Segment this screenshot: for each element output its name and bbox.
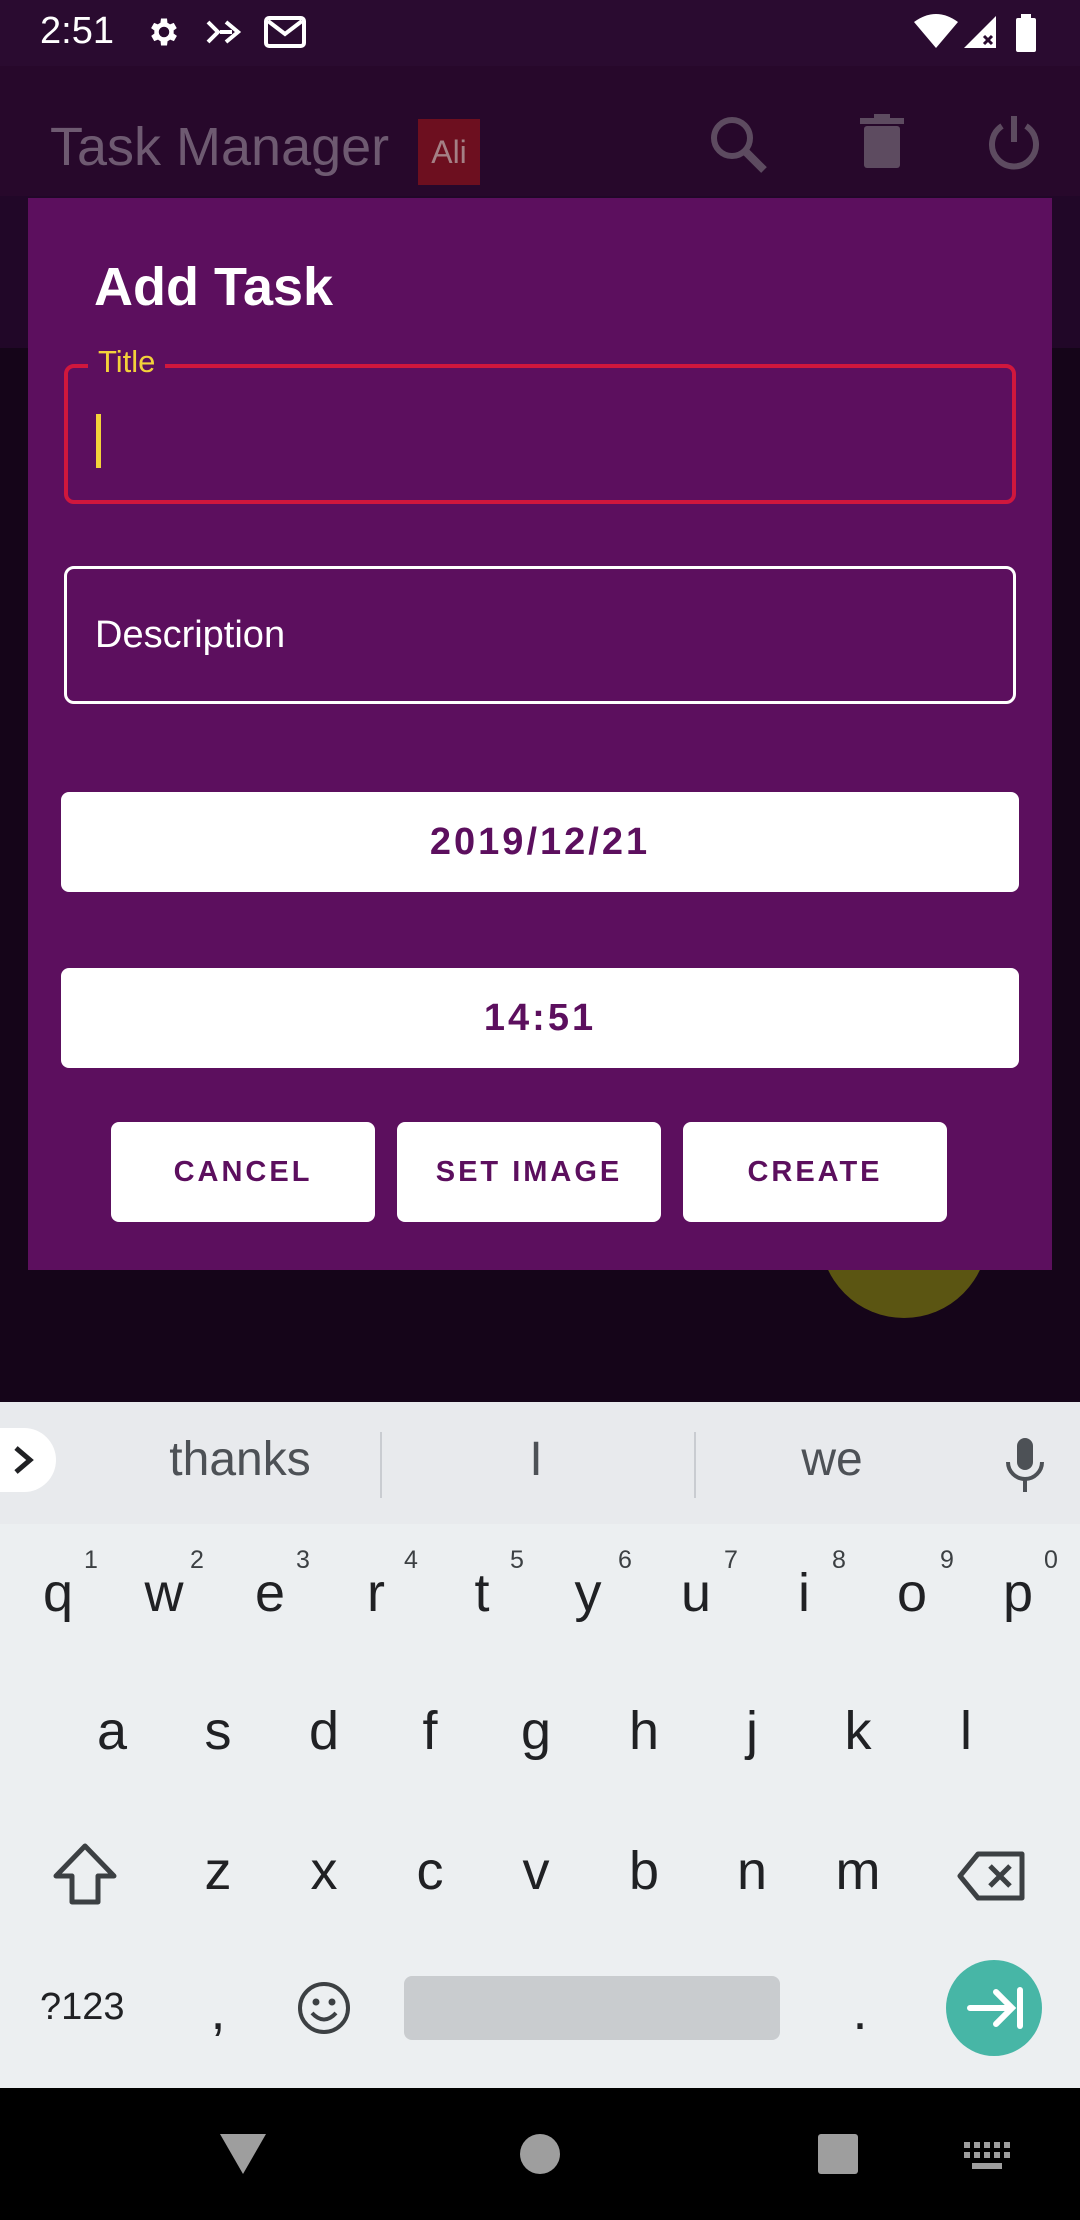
key-x[interactable]: x xyxy=(274,1840,374,1902)
title-input[interactable] xyxy=(68,368,1012,500)
time-picker-button[interactable]: 14:51 xyxy=(61,968,1019,1068)
title-field[interactable]: Title xyxy=(64,344,1016,504)
status-time: 2:51 xyxy=(40,10,114,52)
emoji-icon[interactable] xyxy=(296,1980,352,2036)
description-field[interactable] xyxy=(64,566,1016,704)
key-hint-7: 7 xyxy=(724,1546,738,1574)
suggestion-bar: thanks I we xyxy=(0,1402,1080,1524)
key-h[interactable]: h xyxy=(594,1700,694,1762)
key-hint-8: 8 xyxy=(832,1546,846,1574)
create-button[interactable]: CREATE xyxy=(683,1122,947,1222)
key-hint-4: 4 xyxy=(404,1546,418,1574)
suggestion-divider xyxy=(380,1432,382,1498)
key-j[interactable]: j xyxy=(702,1700,802,1762)
add-task-dialog: Add Task Title 2019/12/21 14:51 CANCEL S… xyxy=(28,198,1052,1270)
set-image-button[interactable]: SET IMAGE xyxy=(397,1122,661,1222)
key-hint-2: 2 xyxy=(190,1546,204,1574)
keyboard-switch-icon[interactable] xyxy=(964,2142,1010,2170)
cancel-button[interactable]: CANCEL xyxy=(111,1122,375,1222)
recents-icon[interactable] xyxy=(816,2132,860,2176)
symbols-key[interactable]: ?123 xyxy=(40,1986,125,2029)
gmail-icon xyxy=(264,16,306,48)
home-icon[interactable] xyxy=(518,2132,562,2176)
settings-icon xyxy=(151,18,177,46)
signal-icon xyxy=(964,16,996,48)
backspace-icon[interactable] xyxy=(956,1850,1028,1902)
key-l[interactable]: l xyxy=(916,1700,1016,1762)
key-hint-1: 1 xyxy=(84,1546,98,1574)
next-arrow-icon xyxy=(967,1987,1023,2029)
key-a[interactable]: a xyxy=(62,1700,162,1762)
key-hint-0: 0 xyxy=(1044,1546,1058,1574)
app-title: Task Manager xyxy=(50,117,390,177)
power-icon[interactable] xyxy=(986,114,1042,170)
battery-icon xyxy=(1016,14,1036,52)
key-z[interactable]: z xyxy=(168,1840,268,1902)
key-b[interactable]: b xyxy=(594,1840,694,1902)
space-bar[interactable] xyxy=(404,1976,780,2040)
navigation-bar xyxy=(0,2088,1080,2220)
expand-suggestions-button[interactable] xyxy=(0,1428,56,1492)
description-input[interactable] xyxy=(67,569,1013,701)
key-v[interactable]: v xyxy=(486,1840,586,1902)
key-k[interactable]: k xyxy=(808,1700,908,1762)
enter-button[interactable] xyxy=(946,1960,1042,2056)
key-hint-6: 6 xyxy=(618,1546,632,1574)
key-comma[interactable]: , xyxy=(168,1980,268,2042)
key-period[interactable]: . xyxy=(810,1980,910,2042)
microphone-icon[interactable] xyxy=(1002,1436,1048,1496)
delete-icon[interactable] xyxy=(860,114,904,170)
key-hint-5: 5 xyxy=(510,1546,524,1574)
date-picker-button[interactable]: 2019/12/21 xyxy=(61,792,1019,892)
chevron-right-icon xyxy=(14,1446,34,1474)
suggestion-3[interactable]: we xyxy=(682,1432,982,1487)
search-icon[interactable] xyxy=(706,112,772,178)
app-bar: Task Manager Ali xyxy=(0,66,1080,196)
key-hint-3: 3 xyxy=(296,1546,310,1574)
back-icon[interactable] xyxy=(218,2132,268,2176)
shift-icon[interactable] xyxy=(52,1842,118,1906)
status-bar: 2:51 xyxy=(0,0,1080,66)
key-d[interactable]: d xyxy=(274,1700,374,1762)
dialog-title: Add Task xyxy=(94,257,334,317)
user-badge: Ali xyxy=(418,119,480,185)
key-n[interactable]: n xyxy=(702,1840,802,1902)
suggestion-1[interactable]: thanks xyxy=(90,1432,390,1487)
key-f[interactable]: f xyxy=(380,1700,480,1762)
key-c[interactable]: c xyxy=(380,1840,480,1902)
wifi-icon xyxy=(914,14,958,48)
translate-icon xyxy=(206,20,242,44)
suggestion-2[interactable]: I xyxy=(386,1432,686,1487)
key-s[interactable]: s xyxy=(168,1700,268,1762)
key-hint-9: 9 xyxy=(940,1546,954,1574)
key-m[interactable]: m xyxy=(808,1840,908,1902)
key-g[interactable]: g xyxy=(486,1700,586,1762)
